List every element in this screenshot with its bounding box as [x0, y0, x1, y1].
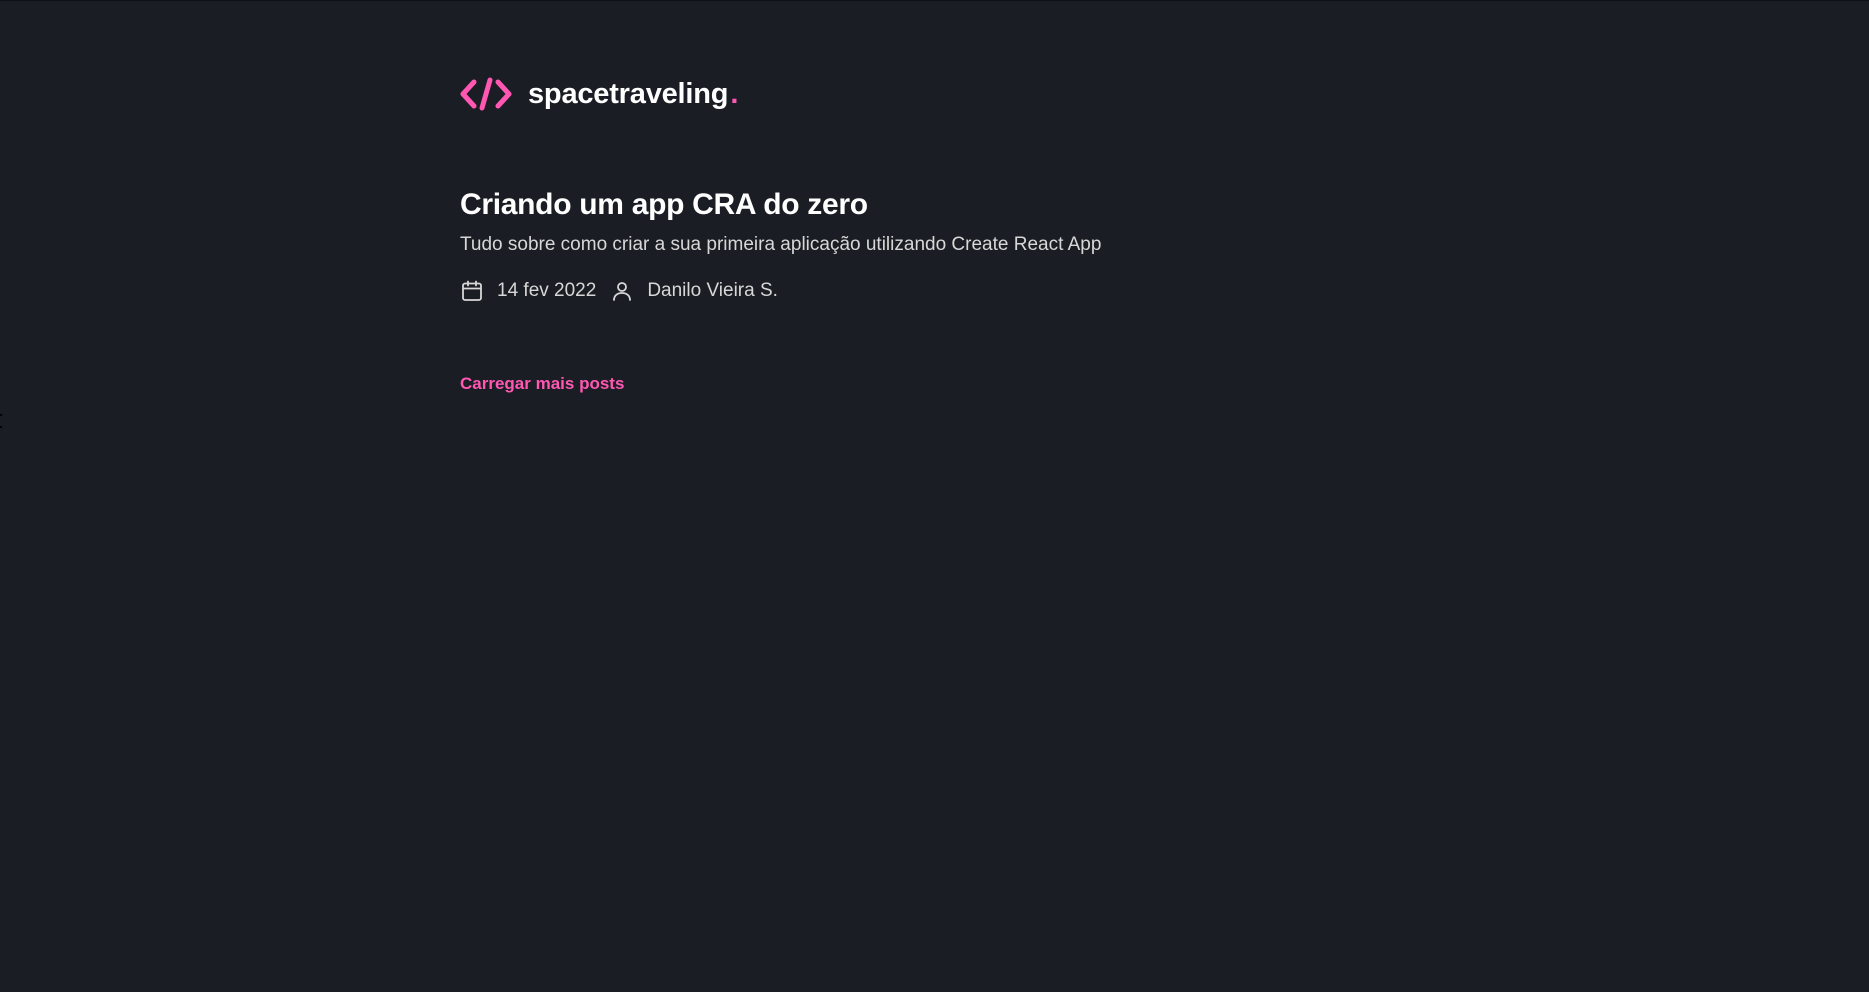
post-date: 14 fev 2022 — [460, 279, 596, 303]
code-brackets-icon — [460, 77, 512, 111]
post-title[interactable]: Criando um app CRA do zero — [460, 186, 1220, 224]
brand-dot: . — [730, 77, 739, 110]
window-top-border — [0, 0, 1869, 1]
brand-name: spacetraveling — [528, 77, 729, 110]
load-more-button[interactable]: Carregar mais posts — [460, 374, 624, 394]
post-date-text: 14 fev 2022 — [497, 280, 597, 301]
post-author-text: Danilo Vieira S. — [647, 280, 778, 301]
post-subtitle: Tudo sobre como criar a sua primeira apl… — [460, 234, 1102, 255]
post-card[interactable]: Criando um app CRA do zero Tudo sobre co… — [460, 186, 1220, 304]
post-meta: 14 fev 2022 Danilo Vieira S. — [460, 278, 1220, 304]
site-logo[interactable]: spacetraveling . — [460, 76, 1220, 112]
page-container: spacetraveling . Criando um app CRA do z… — [460, 76, 1220, 394]
calendar-icon — [460, 279, 484, 303]
post-author: Danilo Vieira S. — [610, 279, 778, 303]
user-icon — [610, 279, 634, 303]
edge-marker — [0, 414, 2, 428]
